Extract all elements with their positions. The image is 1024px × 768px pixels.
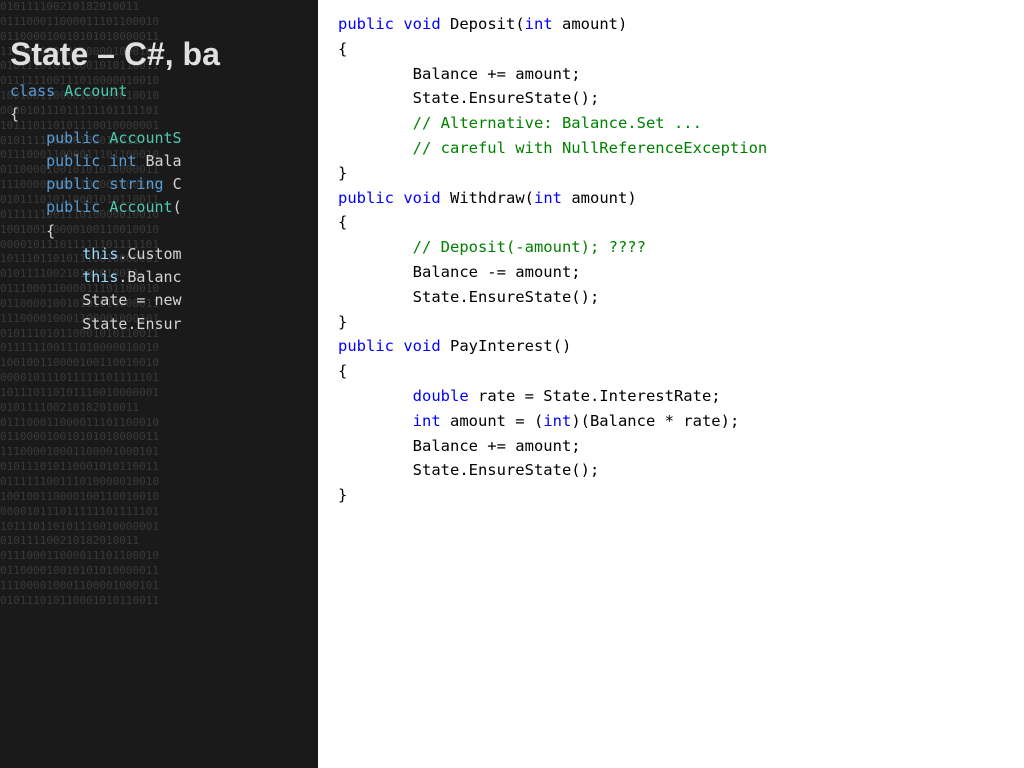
main-container: 010111100210182010011 011100011000011101… (0, 0, 1024, 768)
page-title: State – C#, ba (10, 36, 220, 72)
left-panel: 010111100210182010011 011100011000011101… (0, 0, 318, 768)
right-code-block: public void Deposit(int amount) { Balanc… (338, 12, 1004, 508)
title-area: State – C#, ba (10, 30, 220, 78)
right-panel: public void Deposit(int amount) { Balanc… (318, 0, 1024, 768)
left-code-block: class Account { public AccountS public i… (10, 80, 182, 336)
